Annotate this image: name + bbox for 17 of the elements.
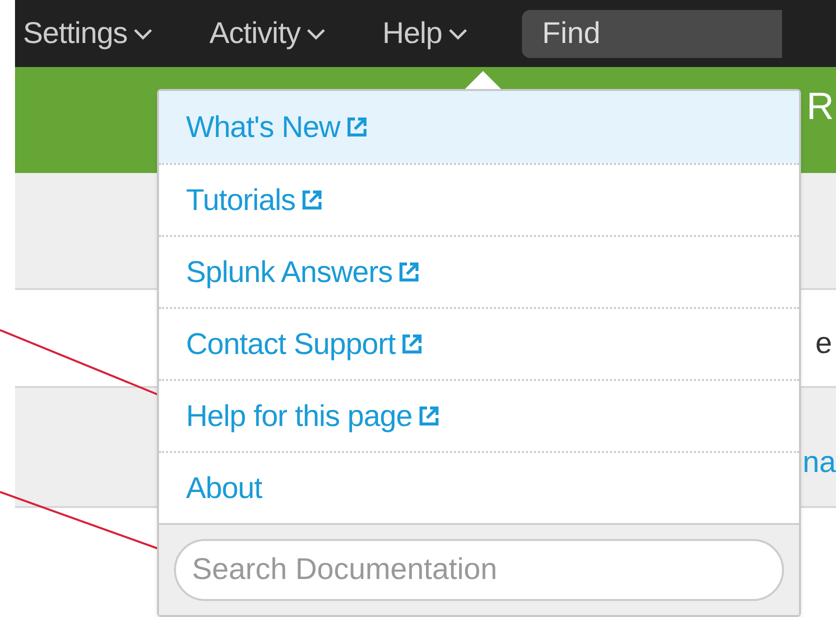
search-documentation-field[interactable]: Search Documentation <box>174 539 784 601</box>
menu-item[interactable]: What's New <box>159 91 799 163</box>
menu-item[interactable]: About <box>159 451 799 523</box>
row-text: e <box>815 326 832 362</box>
chevron-down-icon <box>306 28 326 40</box>
nav-menu[interactable]: Settings <box>23 11 154 56</box>
link-text[interactable]: na <box>802 440 836 485</box>
chevron-down-icon <box>133 28 154 40</box>
find-field[interactable]: Find <box>522 10 782 58</box>
menu-item[interactable]: Contact Support <box>159 307 799 379</box>
nav-menu[interactable]: Help <box>382 11 468 56</box>
page-title: R <box>806 88 834 126</box>
chevron-down-icon <box>448 28 468 40</box>
nav-menu[interactable]: Activity <box>209 11 326 56</box>
menu-item[interactable]: Splunk Answers <box>159 235 799 307</box>
menu-item[interactable]: Help for this page <box>159 379 799 451</box>
menu-item[interactable]: Tutorials <box>159 163 799 235</box>
